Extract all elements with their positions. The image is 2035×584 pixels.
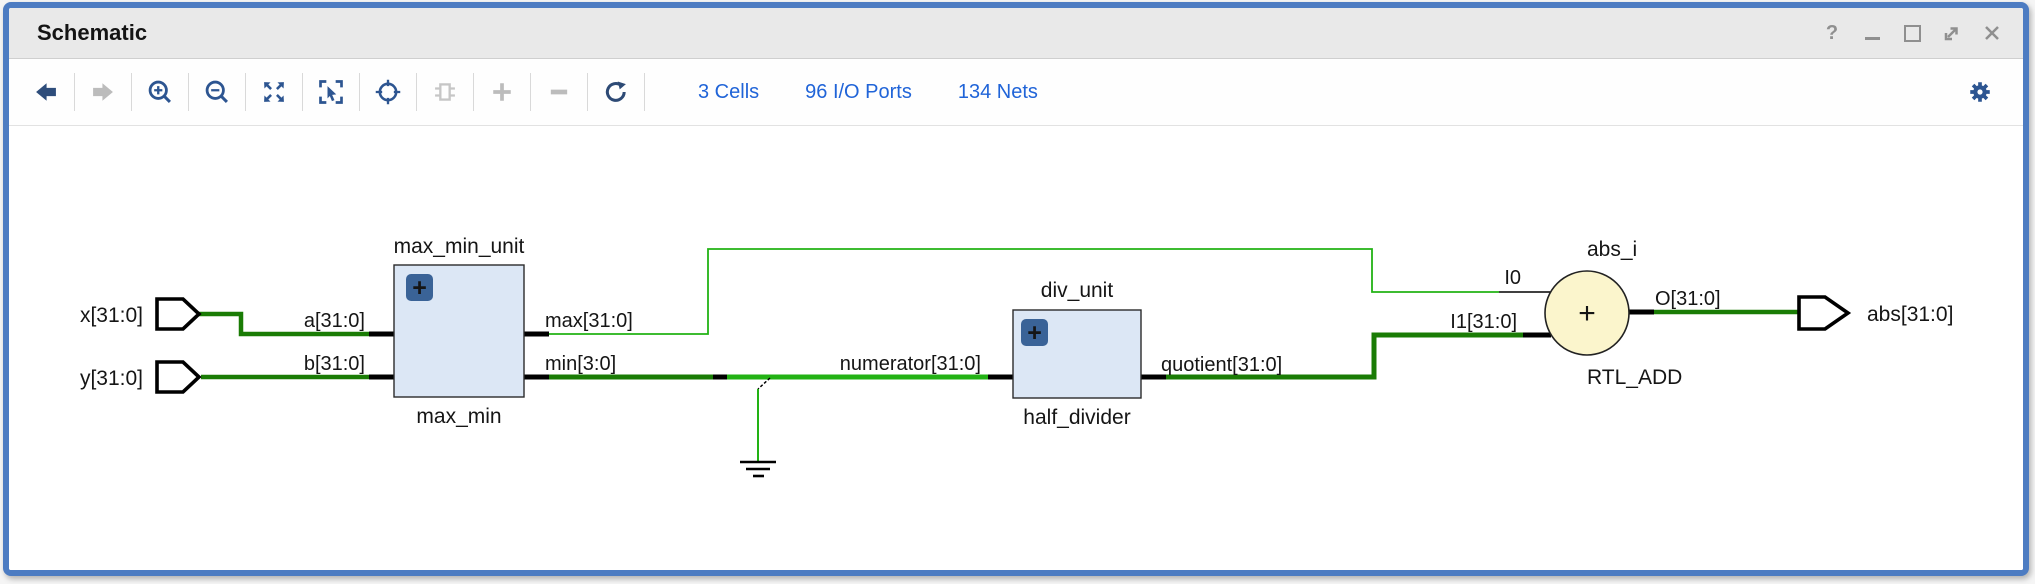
close-button[interactable] bbox=[1979, 20, 2005, 46]
port-y[interactable] bbox=[157, 362, 199, 392]
expand-button-half-divider[interactable]: + bbox=[1021, 319, 1048, 347]
toolbar-separator bbox=[74, 73, 75, 111]
cell-half-divider-type: div_unit bbox=[1041, 279, 1114, 302]
port-abs-label: abs[31:0] bbox=[1867, 303, 1953, 326]
pin-a-label: a[31:0] bbox=[304, 310, 365, 332]
expand-button-max-min[interactable]: + bbox=[406, 274, 433, 302]
cell-half-divider-name: half_divider bbox=[1023, 406, 1130, 429]
toolbar-separator bbox=[188, 73, 189, 111]
port-x-label: x[31:0] bbox=[80, 304, 143, 327]
float-button[interactable] bbox=[1939, 20, 1965, 46]
nets-link[interactable]: 134 Nets bbox=[958, 81, 1038, 104]
pin-b-label: b[31:0] bbox=[304, 353, 365, 375]
back-icon bbox=[32, 78, 60, 106]
zoom-fit-button[interactable] bbox=[251, 69, 297, 115]
plus-icon bbox=[488, 78, 516, 106]
expand-plus-icon: + bbox=[412, 274, 427, 302]
minimize-icon bbox=[1865, 37, 1880, 40]
port-abs[interactable] bbox=[1799, 297, 1848, 329]
close-icon bbox=[1982, 23, 2002, 43]
gear-icon bbox=[1967, 79, 1993, 105]
minimize-button[interactable] bbox=[1859, 20, 1885, 46]
toolbar-separator bbox=[302, 73, 303, 111]
cell-max-min-type: max_min_unit bbox=[394, 235, 525, 258]
float-icon bbox=[1941, 22, 1963, 44]
panel-title: Schematic bbox=[9, 20, 147, 46]
toolbar-separator bbox=[359, 73, 360, 111]
expand-cone-button[interactable] bbox=[422, 69, 468, 115]
pin-quotient-label: quotient[31:0] bbox=[1161, 354, 1282, 376]
schematic-window: Schematic ? bbox=[3, 2, 2029, 576]
pin-i0-label: I0 bbox=[1504, 267, 1521, 289]
pin-min-label: min[3:0] bbox=[545, 353, 616, 375]
toolbar-separator bbox=[131, 73, 132, 111]
cell-abs-i-name: abs_i bbox=[1587, 238, 1637, 261]
pin-numerator-label: numerator[31:0] bbox=[840, 353, 981, 375]
cell-max-min-name: max_min bbox=[416, 405, 501, 428]
help-button[interactable]: ? bbox=[1819, 20, 1845, 46]
pin-max-label: max[31:0] bbox=[545, 310, 633, 332]
zoom-in-button[interactable] bbox=[137, 69, 183, 115]
io-ports-link[interactable]: 96 I/O Ports bbox=[805, 81, 912, 104]
cell-abs-i-type: RTL_ADD bbox=[1587, 366, 1682, 389]
crosshair-icon bbox=[374, 78, 402, 106]
add-button[interactable] bbox=[479, 69, 525, 115]
settings-button[interactable] bbox=[1957, 69, 2003, 115]
zoom-out-icon bbox=[203, 78, 231, 106]
design-stats: 3 Cells 96 I/O Ports 134 Nets bbox=[698, 81, 1038, 104]
zoom-fit-icon bbox=[260, 78, 288, 106]
maximize-button[interactable] bbox=[1899, 20, 1925, 46]
schematic-drawing: x[31:0] y[31:0] abs[31:0] + max_min_unit… bbox=[9, 126, 2023, 571]
toolbar-separator bbox=[416, 73, 417, 111]
toolbar-separator bbox=[530, 73, 531, 111]
schematic-canvas[interactable]: x[31:0] y[31:0] abs[31:0] + max_min_unit… bbox=[9, 126, 2023, 571]
toolbar: 3 Cells 96 I/O Ports 134 Nets bbox=[9, 59, 2023, 126]
gnd-ripper bbox=[758, 378, 770, 389]
pin-o-label: O[31:0] bbox=[1655, 288, 1721, 310]
remove-button[interactable] bbox=[536, 69, 582, 115]
ground-symbol bbox=[740, 462, 776, 476]
zoom-selection-button[interactable] bbox=[308, 69, 354, 115]
port-x[interactable] bbox=[157, 299, 199, 329]
window-controls: ? bbox=[1819, 20, 2023, 46]
back-button[interactable] bbox=[23, 69, 69, 115]
cells-link[interactable]: 3 Cells bbox=[698, 81, 759, 104]
pin-i1-label: I1[31:0] bbox=[1450, 311, 1517, 333]
zoom-selection-icon bbox=[317, 78, 345, 106]
forward-icon bbox=[89, 78, 117, 106]
minus-icon bbox=[545, 78, 573, 106]
refresh-button[interactable] bbox=[593, 69, 639, 115]
title-bar: Schematic ? bbox=[9, 8, 2023, 59]
toolbar-separator bbox=[587, 73, 588, 111]
toolbar-separator bbox=[245, 73, 246, 111]
adder-plus-symbol: + bbox=[1578, 297, 1596, 330]
forward-button[interactable] bbox=[80, 69, 126, 115]
expand-plus-icon: + bbox=[1027, 319, 1042, 347]
chip-icon bbox=[431, 78, 459, 106]
zoom-out-button[interactable] bbox=[194, 69, 240, 115]
refresh-icon bbox=[602, 78, 630, 106]
autofit-button[interactable] bbox=[365, 69, 411, 115]
toolbar-separator bbox=[644, 73, 645, 111]
port-y-label: y[31:0] bbox=[80, 367, 143, 390]
maximize-icon bbox=[1904, 25, 1921, 42]
zoom-in-icon bbox=[146, 78, 174, 106]
toolbar-separator bbox=[473, 73, 474, 111]
